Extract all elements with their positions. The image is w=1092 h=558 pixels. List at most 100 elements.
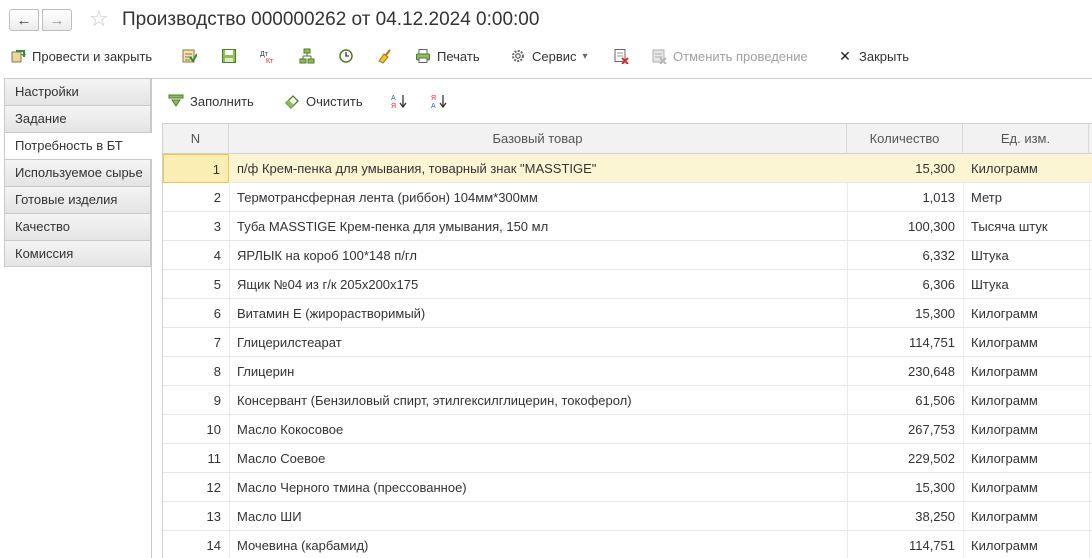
table-row[interactable]: 11 Масло Соевое 229,502 Килограмм <box>163 444 1092 473</box>
fill-button[interactable]: Заполнить <box>168 88 254 114</box>
row-unit[interactable]: Килограмм <box>971 357 1089 386</box>
row-name[interactable]: Ящик №04 из г/к 205х200х175 <box>237 270 847 299</box>
row-qty[interactable]: 15,300 <box>847 473 963 502</box>
row-number[interactable]: 1 <box>163 154 229 183</box>
row-qty[interactable]: 230,648 <box>847 357 963 386</box>
row-number[interactable]: 4 <box>163 241 229 270</box>
tab-settings[interactable]: Настройки <box>4 78 151 105</box>
row-qty[interactable]: 1,013 <box>847 183 963 212</box>
row-qty[interactable]: 114,751 <box>847 531 963 558</box>
row-qty[interactable]: 114,751 <box>847 328 963 357</box>
favorite-star-icon[interactable]: ☆ <box>89 7 109 31</box>
row-name[interactable]: Глицерилстеарат <box>237 328 847 357</box>
tab-base-goods-need[interactable]: Потребность в БТ <box>4 132 152 159</box>
sort-asc-button[interactable]: АЯ <box>391 88 407 114</box>
column-header-name[interactable]: Базовый товар <box>229 124 847 154</box>
table-row[interactable]: 14 Мочевина (карбамид) 114,751 Килограмм <box>163 531 1092 558</box>
column-header-qty[interactable]: Количество <box>847 124 963 154</box>
table-row[interactable]: 5 Ящик №04 из г/к 205х200х175 6,306 Штук… <box>163 270 1092 299</box>
post-and-close-button[interactable]: Провести и закрыть <box>10 42 152 70</box>
row-unit[interactable]: Килограмм <box>971 473 1089 502</box>
row-unit[interactable]: Килограмм <box>971 386 1089 415</box>
tab-raw-materials[interactable]: Используемое сырье <box>4 159 151 186</box>
save-button[interactable] <box>221 42 237 70</box>
row-name[interactable]: Туба MASSTIGE Крем-пенка для умывания, 1… <box>237 212 847 241</box>
row-name[interactable]: Масло ШИ <box>237 502 847 531</box>
row-name[interactable]: Масло Черного тмина (прессованное) <box>237 473 847 502</box>
clear-cache-button[interactable] <box>376 42 392 70</box>
row-unit[interactable]: Штука <box>971 270 1089 299</box>
row-name[interactable]: п/ф Крем-пенка для умывания, товарный зн… <box>237 154 847 183</box>
service-menu-button[interactable]: Сервис ▾ <box>510 42 588 70</box>
history-button[interactable] <box>338 42 354 70</box>
tab-commission[interactable]: Комиссия <box>4 240 151 267</box>
row-unit[interactable]: Метр <box>971 183 1089 212</box>
row-name[interactable]: Витамин Е (жирорастворимый) <box>237 299 847 328</box>
row-qty[interactable]: 61,506 <box>847 386 963 415</box>
row-number[interactable]: 2 <box>163 183 229 212</box>
row-name[interactable]: Термотрансферная лента (риббон) 104мм*30… <box>237 183 847 212</box>
row-number[interactable]: 8 <box>163 357 229 386</box>
post-button[interactable] <box>181 42 197 70</box>
row-unit[interactable]: Килограмм <box>971 415 1089 444</box>
row-unit[interactable]: Килограмм <box>971 299 1089 328</box>
row-qty[interactable]: 100,300 <box>847 212 963 241</box>
clear-button[interactable]: Очистить <box>284 88 363 114</box>
table-row[interactable]: 3 Туба MASSTIGE Крем-пенка для умывания,… <box>163 212 1092 241</box>
forward-button[interactable]: → <box>42 9 72 31</box>
print-button[interactable]: Печать <box>415 42 480 70</box>
row-qty[interactable]: 15,300 <box>847 299 963 328</box>
close-button[interactable]: ✕ Закрыть <box>837 42 909 70</box>
table-row[interactable]: 6 Витамин Е (жирорастворимый) 15,300 Кил… <box>163 299 1092 328</box>
row-number[interactable]: 3 <box>163 212 229 241</box>
tab-quality[interactable]: Качество <box>4 213 151 240</box>
row-qty[interactable]: 6,306 <box>847 270 963 299</box>
row-number[interactable]: 9 <box>163 386 229 415</box>
row-number[interactable]: 11 <box>163 444 229 473</box>
row-number[interactable]: 6 <box>163 299 229 328</box>
tab-task[interactable]: Задание <box>4 105 151 132</box>
table-row[interactable]: 2 Термотрансферная лента (риббон) 104мм*… <box>163 183 1092 212</box>
row-unit[interactable]: Килограмм <box>971 154 1089 183</box>
column-header-n[interactable]: N <box>163 124 229 154</box>
row-unit[interactable]: Килограмм <box>971 328 1089 357</box>
table-row[interactable]: 9 Консервант (Бензиловый спирт, этилгекс… <box>163 386 1092 415</box>
row-name[interactable]: ЯРЛЫК на короб 100*148 п/гл <box>237 241 847 270</box>
row-name[interactable]: Мочевина (карбамид) <box>237 531 847 558</box>
table-row[interactable]: 4 ЯРЛЫК на короб 100*148 п/гл 6,332 Штук… <box>163 241 1092 270</box>
row-qty[interactable]: 15,300 <box>847 154 963 183</box>
row-unit[interactable]: Тысяча штук <box>971 212 1089 241</box>
table-row[interactable]: 8 Глицерин 230,648 Килограмм <box>163 357 1092 386</box>
row-qty[interactable]: 6,332 <box>847 241 963 270</box>
row-qty[interactable]: 38,250 <box>847 502 963 531</box>
row-number[interactable]: 7 <box>163 328 229 357</box>
column-header-unit[interactable]: Ед. изм. <box>963 124 1089 154</box>
delete-mark-button[interactable] <box>613 42 629 70</box>
table-row[interactable]: 13 Масло ШИ 38,250 Килограмм <box>163 502 1092 531</box>
row-qty[interactable]: 267,753 <box>847 415 963 444</box>
row-qty[interactable]: 229,502 <box>847 444 963 473</box>
table-row[interactable]: 7 Глицерилстеарат 114,751 Килограмм <box>163 328 1092 357</box>
dt-kt-button[interactable]: Дт Кт <box>260 42 276 70</box>
tab-finished-goods[interactable]: Готовые изделия <box>4 186 151 213</box>
table-row[interactable]: 12 Масло Черного тмина (прессованное) 15… <box>163 473 1092 502</box>
row-name[interactable]: Глицерин <box>237 357 847 386</box>
table-row[interactable]: 1 п/ф Крем-пенка для умывания, товарный … <box>163 154 1092 183</box>
row-unit[interactable]: Килограмм <box>971 502 1089 531</box>
structure-button[interactable] <box>299 42 315 70</box>
cancel-posting-button[interactable]: Отменить проведение <box>651 42 808 70</box>
row-unit[interactable]: Штука <box>971 241 1089 270</box>
row-unit[interactable]: Килограмм <box>971 531 1089 558</box>
back-button[interactable]: ← <box>9 9 39 31</box>
row-number[interactable]: 10 <box>163 415 229 444</box>
row-unit[interactable]: Килограмм <box>971 444 1089 473</box>
table-row[interactable]: 10 Масло Кокосовое 267,753 Килограмм <box>163 415 1092 444</box>
row-name[interactable]: Консервант (Бензиловый спирт, этилгексил… <box>237 386 847 415</box>
sort-desc-button[interactable]: ЯА <box>431 88 447 114</box>
row-number[interactable]: 13 <box>163 502 229 531</box>
row-name[interactable]: Масло Кокосовое <box>237 415 847 444</box>
row-number[interactable]: 14 <box>163 531 229 558</box>
row-number[interactable]: 12 <box>163 473 229 502</box>
row-number[interactable]: 5 <box>163 270 229 299</box>
row-name[interactable]: Масло Соевое <box>237 444 847 473</box>
